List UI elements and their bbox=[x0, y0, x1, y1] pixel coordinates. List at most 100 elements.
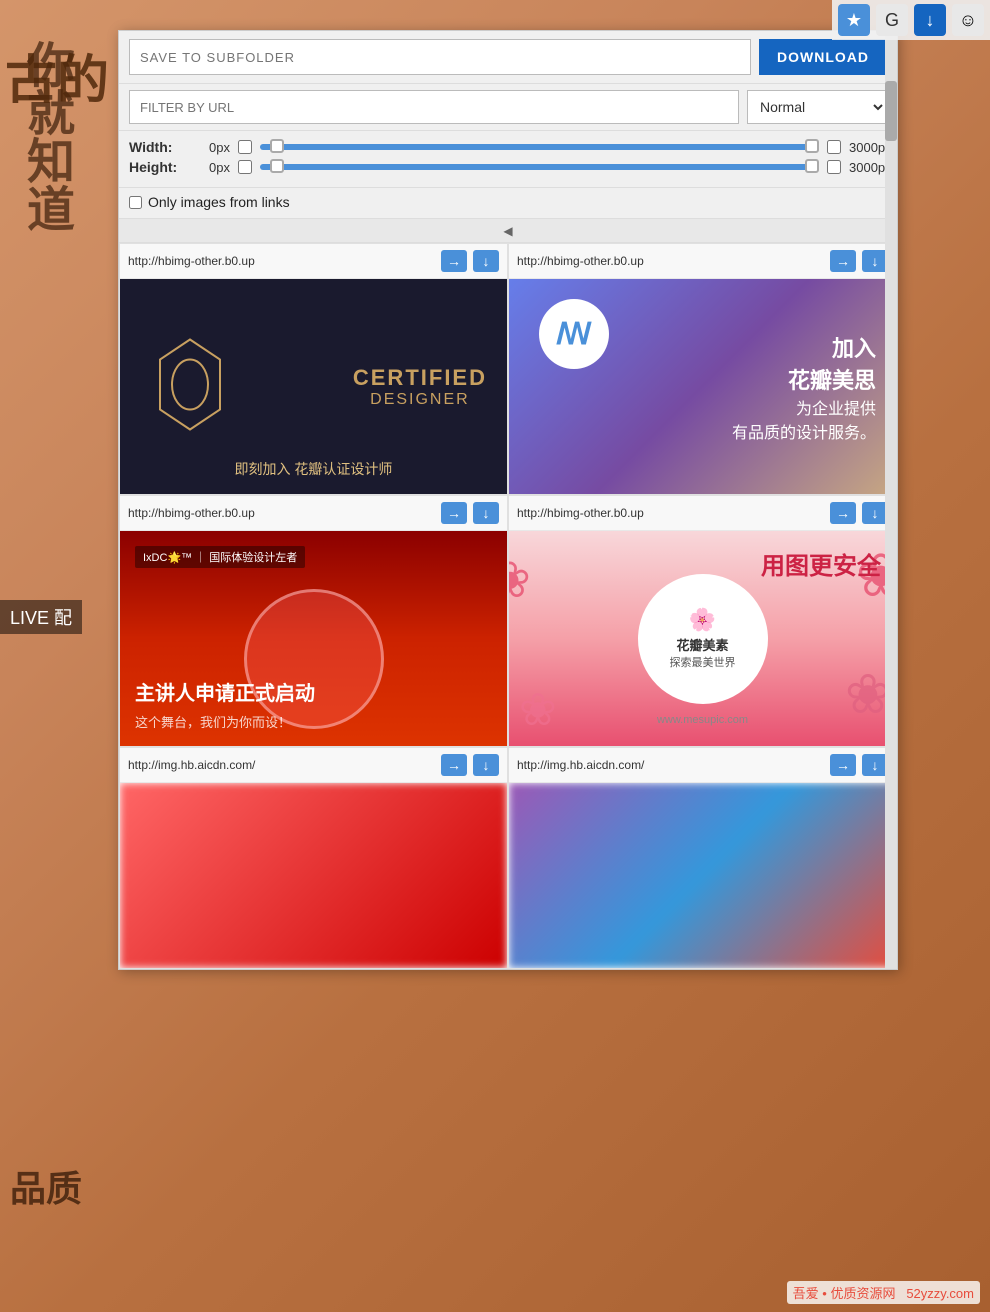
certified-designer-image: CERTIFIED DESIGNER 即刻加入 花瓣认证设计师 bbox=[120, 279, 507, 494]
image-open-btn-3[interactable]: → bbox=[441, 502, 467, 524]
yongtu-slogan: 探索最美世界 bbox=[670, 654, 736, 670]
images-grid: http://hbimg-other.b0.up → ↓ CERTIFIED D… bbox=[119, 243, 897, 969]
width-label: Width: bbox=[129, 139, 184, 155]
image-downloader-panel: DOWNLOAD Normal Large Small Width: 0px 3… bbox=[118, 30, 898, 970]
only-links-row: Only images from links bbox=[119, 188, 897, 219]
huaban-m-icon: ꟿ bbox=[556, 317, 592, 352]
smiley-icon[interactable]: ☺ bbox=[952, 4, 984, 36]
only-links-checkbox[interactable] bbox=[129, 196, 142, 209]
height-max-value: 3000px bbox=[849, 160, 887, 175]
height-min-checkbox[interactable] bbox=[238, 160, 252, 174]
ixdc-conference-image: IxDC🌟™ ｜ 国际体验设计左者 主讲人申请正式启动 这个舞台，我们为你而设！ bbox=[120, 531, 507, 746]
image-preview-5[interactable] bbox=[120, 783, 507, 968]
height-slider-thumb-left[interactable] bbox=[270, 159, 284, 173]
top-icons-bar: ★ G ↓ ☺ bbox=[832, 0, 990, 40]
panel-scrollbar[interactable] bbox=[885, 31, 897, 969]
huaban-brand: 花瓣美思 bbox=[732, 363, 876, 395]
scroll-arrow-icon: ◀ bbox=[503, 224, 512, 238]
image-url-text-3: http://hbimg-other.b0.up bbox=[128, 506, 435, 520]
width-max-value: 3000px bbox=[849, 140, 887, 155]
image-download-btn-3[interactable]: ↓ bbox=[473, 502, 499, 524]
huaban-desc: 为企业提供 bbox=[732, 395, 876, 419]
height-slider-row: Height: 0px 3000px bbox=[129, 159, 887, 175]
yongtu-circle: 🌸 花瓣美素 探索最美世界 bbox=[638, 574, 768, 704]
image-download-btn-1[interactable]: ↓ bbox=[473, 250, 499, 272]
watermark-text: 优质资源网 bbox=[830, 1286, 895, 1301]
height-slider-track[interactable] bbox=[260, 164, 819, 170]
width-min-checkbox[interactable] bbox=[238, 140, 252, 154]
huaban-circle-logo: ꟿ bbox=[539, 299, 609, 369]
image-url-text-2: http://hbimg-other.b0.up bbox=[517, 254, 824, 268]
yongtu-domain: www.mesupic.com bbox=[657, 714, 748, 726]
image-preview-4[interactable]: ❀ ❀ ❀ ❀ 🌸 花瓣美素 探索最美世界 用图更安全 www.mesupic.… bbox=[509, 531, 896, 746]
image-cell-5: http://img.hb.aicdn.com/ → ↓ bbox=[119, 747, 508, 969]
google-icon[interactable]: G bbox=[876, 4, 908, 36]
image-url-bar-2: http://hbimg-other.b0.up → ↓ bbox=[509, 244, 896, 279]
bookmark-star-icon[interactable]: ★ bbox=[838, 4, 870, 36]
width-slider-thumb-left[interactable] bbox=[270, 139, 284, 153]
certified-bottom-text: 即刻加入 花瓣认证设计师 bbox=[120, 459, 507, 479]
image-open-btn-6[interactable]: → bbox=[830, 754, 856, 776]
certified-subtitle: DESIGNER bbox=[353, 391, 487, 409]
image-cell-3: http://hbimg-other.b0.up → ↓ IxDC🌟™ ｜ 国际… bbox=[119, 495, 508, 747]
image-cell-4: http://hbimg-other.b0.up → ↓ ❀ ❀ ❀ ❀ 🌸 花… bbox=[508, 495, 897, 747]
width-slider-track[interactable] bbox=[260, 144, 819, 150]
image-open-btn-1[interactable]: → bbox=[441, 250, 467, 272]
image-url-text-5: http://img.hb.aicdn.com/ bbox=[128, 758, 435, 772]
height-max-checkbox[interactable] bbox=[827, 160, 841, 174]
filter-row: Normal Large Small bbox=[119, 84, 897, 131]
scrollbar-thumb[interactable] bbox=[885, 81, 897, 141]
image-preview-3[interactable]: IxDC🌟™ ｜ 国际体验设计左者 主讲人申请正式启动 这个舞台，我们为你而设！ bbox=[120, 531, 507, 746]
image-preview-1[interactable]: CERTIFIED DESIGNER 即刻加入 花瓣认证设计师 bbox=[120, 279, 507, 494]
download-extension-icon[interactable]: ↓ bbox=[914, 4, 946, 36]
ixdc-subtitle: 这个舞台，我们为你而设！ bbox=[135, 712, 291, 731]
bg-bottom-partial: 品质 bbox=[10, 1160, 82, 1212]
height-min-value: 0px bbox=[192, 160, 230, 175]
height-slider-thumb-right[interactable] bbox=[805, 159, 819, 173]
blurred-red-image bbox=[120, 783, 507, 968]
width-max-checkbox[interactable] bbox=[827, 140, 841, 154]
certified-text: CERTIFIED DESIGNER bbox=[353, 365, 487, 409]
image-url-bar-3: http://hbimg-other.b0.up → ↓ bbox=[120, 496, 507, 531]
live-badge: LIVE 配 bbox=[0, 600, 82, 634]
scroll-hint: ◀ bbox=[119, 219, 897, 243]
bg-left-partial: 古的 bbox=[5, 50, 109, 112]
filter-url-input[interactable] bbox=[129, 90, 739, 124]
download-button[interactable]: DOWNLOAD bbox=[759, 39, 887, 75]
image-preview-2[interactable]: ꟿ 加入 花瓣美思 为企业提供 有品质的设计服务。 bbox=[509, 279, 896, 494]
image-url-text-4: http://hbimg-other.b0.up bbox=[517, 506, 824, 520]
image-url-text-1: http://hbimg-other.b0.up bbox=[128, 254, 435, 268]
save-subfolder-input[interactable] bbox=[129, 39, 751, 75]
image-preview-6[interactable] bbox=[509, 783, 896, 968]
certified-logo bbox=[150, 334, 230, 439]
only-links-label: Only images from links bbox=[148, 194, 290, 210]
huaban-desc2: 有品质的设计服务。 bbox=[732, 419, 876, 443]
blurred-colorful-image bbox=[509, 783, 896, 968]
image-url-bar-1: http://hbimg-other.b0.up → ↓ bbox=[120, 244, 507, 279]
watermark-domain: 52yzzy.com bbox=[906, 1286, 974, 1301]
image-download-btn-5[interactable]: ↓ bbox=[473, 754, 499, 776]
yongtu-logo: 🌸 bbox=[689, 607, 716, 633]
certified-title: CERTIFIED bbox=[353, 365, 487, 391]
image-open-btn-2[interactable]: → bbox=[830, 250, 856, 272]
image-open-btn-4[interactable]: → bbox=[830, 502, 856, 524]
image-cell-1: http://hbimg-other.b0.up → ↓ CERTIFIED D… bbox=[119, 243, 508, 495]
huaban-title: 加入 bbox=[732, 331, 876, 363]
image-open-btn-5[interactable]: → bbox=[441, 754, 467, 776]
normal-select[interactable]: Normal Large Small bbox=[747, 90, 887, 124]
image-url-bar-5: http://img.hb.aicdn.com/ → ↓ bbox=[120, 748, 507, 783]
image-url-bar-4: http://hbimg-other.b0.up → ↓ bbox=[509, 496, 896, 531]
yongtu-image: ❀ ❀ ❀ ❀ 🌸 花瓣美素 探索最美世界 用图更安全 www.mesupic.… bbox=[509, 531, 896, 746]
save-subfolder-row: DOWNLOAD bbox=[119, 31, 897, 84]
width-slider-thumb-right[interactable] bbox=[805, 139, 819, 153]
width-slider-row: Width: 0px 3000px bbox=[129, 139, 887, 155]
yongtu-main-text: 用图更安全 bbox=[761, 546, 881, 581]
watermark-separator: • bbox=[822, 1286, 827, 1301]
yongtu-brand: 花瓣美素 bbox=[676, 635, 728, 654]
image-cell-6: http://img.hb.aicdn.com/ → ↓ bbox=[508, 747, 897, 969]
image-cell-2: http://hbimg-other.b0.up → ↓ ꟿ 加入 花瓣美思 为… bbox=[508, 243, 897, 495]
huaban-meisi-image: ꟿ 加入 花瓣美思 为企业提供 有品质的设计服务。 bbox=[509, 279, 896, 494]
footer-watermark: 吾爱 • 优质资源网 52yzzy.com bbox=[787, 1281, 980, 1304]
sliders-area: Width: 0px 3000px Height: 0px 3000px bbox=[119, 131, 897, 188]
image-url-bar-6: http://img.hb.aicdn.com/ → ↓ bbox=[509, 748, 896, 783]
